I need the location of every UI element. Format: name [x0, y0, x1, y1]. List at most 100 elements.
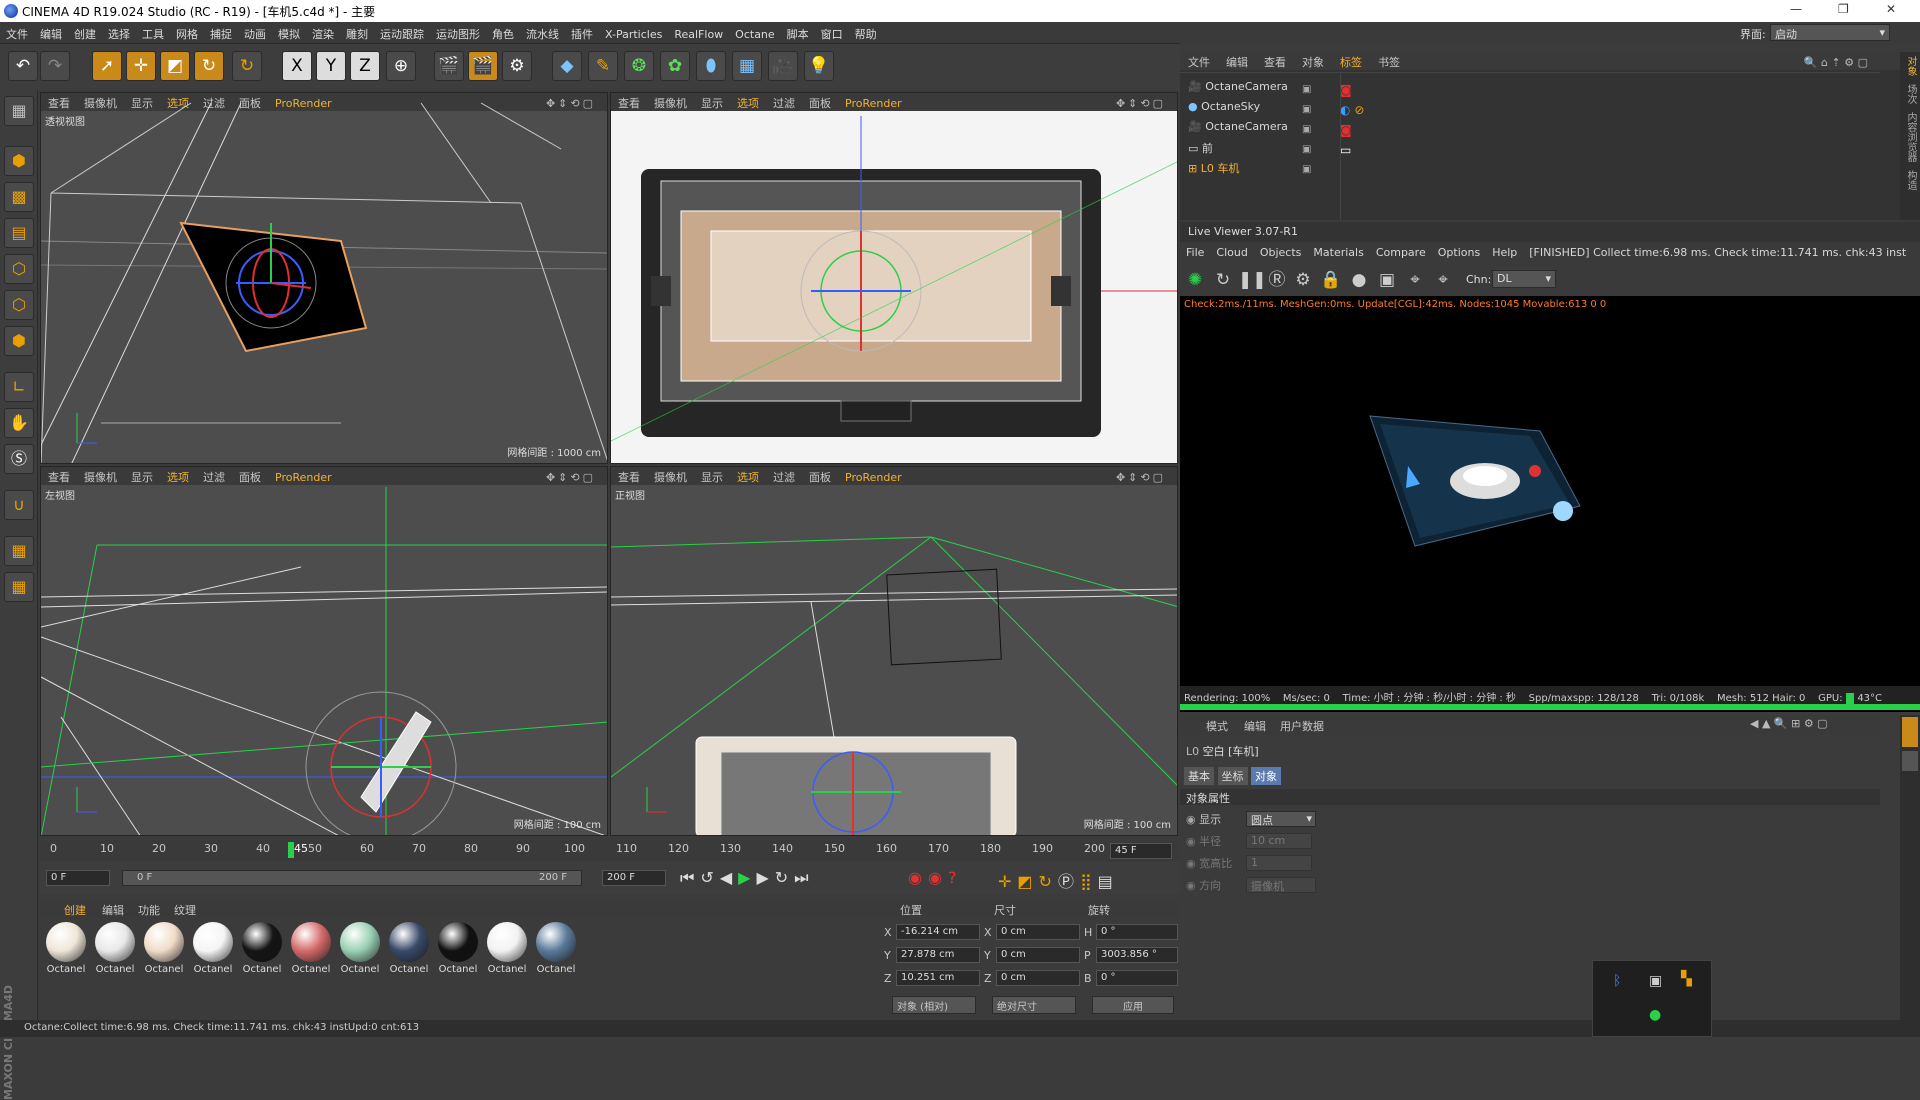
attr-menu-mode[interactable]: 模式 [1206, 718, 1228, 734]
radio-icon[interactable]: ◉ [1186, 857, 1196, 870]
pos-x-field[interactable]: -16.214 cm [896, 924, 980, 940]
model-mode-icon[interactable]: ⬢ [4, 146, 34, 176]
lv-menu-help[interactable]: Help [1486, 242, 1523, 259]
right-tab-objects[interactable]: 对象 [1903, 56, 1918, 76]
material-item[interactable]: Octanel [44, 922, 88, 975]
material-item[interactable]: Octanel [436, 922, 480, 975]
menu-octane[interactable]: Octane [729, 24, 781, 41]
x-axis-icon[interactable]: X [282, 51, 312, 81]
menu-realflow[interactable]: RealFlow [668, 24, 729, 41]
lv-menu-materials[interactable]: Materials [1307, 242, 1369, 259]
lv-menu-options[interactable]: Options [1432, 242, 1486, 259]
make-editable-icon[interactable]: ▦ [4, 96, 34, 126]
menu-select[interactable]: 选择 [102, 22, 136, 42]
vp-menu-view[interactable]: 查看 [611, 93, 647, 111]
play-icon[interactable]: ▶ [738, 868, 756, 887]
menu-render[interactable]: 渲染 [306, 22, 340, 42]
app-grid-icon[interactable]: ▚ [1681, 971, 1692, 987]
viewport-front[interactable]: 查看 摄像机 显示 选项 过滤 面板 ProRender ✥⇕⟲▢ 正视图 网格间距 : 1… [610, 466, 1178, 836]
restore-icon[interactable]: ❐ [1838, 2, 1849, 16]
om-menu-objects[interactable]: 对象 [1294, 52, 1332, 70]
lv-menu-file[interactable]: File [1180, 242, 1210, 259]
om-menu-tags[interactable]: 标签 [1332, 52, 1370, 70]
display-icon[interactable]: ▣ [1649, 973, 1662, 989]
apply-button[interactable]: 应用 [1092, 996, 1174, 1014]
visibility-toggles[interactable]: ▣ ▣ ▣ ▣ ▣ [1302, 80, 1322, 176]
edges-mode-icon[interactable]: ⬡ [4, 290, 34, 320]
menu-mesh[interactable]: 网格 [170, 22, 204, 42]
attr-row-aspect[interactable]: ◉ 宽高比 1 [1186, 855, 1486, 875]
snap-icon[interactable]: Ⓢ [4, 444, 34, 474]
right-tab-takes[interactable]: 场次 [1903, 84, 1918, 104]
menu-character[interactable]: 角色 [486, 22, 520, 42]
radius-field[interactable]: 10 cm [1246, 833, 1312, 849]
redo-icon[interactable]: ↷ [40, 51, 70, 81]
orientation-dropdown[interactable]: 摄像机 [1246, 877, 1316, 893]
pick-focus-icon[interactable]: ⌖ [1404, 269, 1426, 291]
vp-menu-display[interactable]: 显示 [694, 93, 730, 111]
object-tags[interactable]: ◙ ◐ ⊘ ◙ ▭ [1340, 80, 1380, 176]
render-region-icon[interactable]: Ⓡ [1266, 269, 1288, 291]
key-position-icon[interactable]: ✛ [998, 872, 1017, 891]
viewport-perspective[interactable]: 查看 摄像机 显示 选项 过滤 面板 ProRender ✥⇕⟲▢ 透视视图 网格间距 : … [40, 92, 608, 464]
material-item[interactable]: Octanel [142, 922, 186, 975]
size-x-field[interactable]: 0 cm [996, 924, 1080, 940]
menu-script[interactable]: 脚本 [781, 22, 815, 42]
menu-animate[interactable]: 动画 [238, 22, 272, 42]
pos-z-field[interactable]: 10.251 cm [896, 970, 980, 986]
object-row[interactable]: ● OctaneSky [1188, 100, 1260, 116]
expand-icon[interactable]: ⊞ [1188, 162, 1197, 175]
keyframe-help-icon[interactable]: ? [948, 868, 963, 887]
material-item[interactable]: Octanel [240, 922, 284, 975]
channel-dropdown[interactable]: DL ▾ [1492, 270, 1556, 288]
size-mode-dropdown[interactable]: 绝对尺寸 [992, 996, 1076, 1014]
render-settings-icon[interactable]: ⚙ [502, 51, 532, 81]
lv-menu-compare[interactable]: Compare [1370, 242, 1432, 259]
lock-icon[interactable]: 🔒 [1320, 269, 1342, 291]
settings-gear-icon[interactable]: ⚙ [1292, 269, 1314, 291]
attr-tab-coord[interactable]: 坐标 [1217, 767, 1248, 785]
attr-nav-icons[interactable]: ◀ ▲ 🔍 ⊞ ⚙ ▢ [1750, 717, 1828, 730]
menu-file[interactable]: 文件 [0, 22, 34, 42]
pen-icon[interactable]: ✎ [588, 51, 618, 81]
bluetooth-icon[interactable]: ᛒ [1613, 973, 1621, 989]
attr-row-orientation[interactable]: ◉ 方向 摄像机 [1186, 877, 1486, 897]
size-z-field[interactable]: 0 cm [996, 970, 1080, 986]
octane-send-scene-icon[interactable]: ✺ [1184, 269, 1206, 291]
menu-help[interactable]: 帮助 [849, 22, 883, 42]
scale-icon[interactable]: ◩ [160, 51, 190, 81]
lv-menu-objects[interactable]: Objects [1254, 242, 1308, 259]
size-y-field[interactable]: 0 cm [996, 947, 1080, 963]
timeline-icon[interactable]: ▤ [1098, 872, 1119, 891]
layers-tab[interactable] [1902, 751, 1918, 771]
polygons-mode-icon[interactable]: ⬢ [4, 326, 34, 356]
menu-plugins[interactable]: 插件 [565, 22, 599, 42]
object-row[interactable]: ▭ 前 [1188, 140, 1213, 156]
workplane-icon[interactable]: ▤ [4, 218, 34, 248]
minimize-icon[interactable]: — [1790, 2, 1802, 16]
texture-mode-icon[interactable]: ▩ [4, 182, 34, 212]
select-arrow-icon[interactable]: ➚ [92, 51, 122, 81]
aspect-field[interactable]: 1 [1246, 855, 1312, 871]
right-tab-content-browser[interactable]: 内容浏览器 [1903, 112, 1918, 162]
object-row[interactable]: 🎥 OctaneCamera [1188, 120, 1288, 136]
move-icon[interactable]: ✛ [126, 51, 156, 81]
camera-icon[interactable]: 🎥 [768, 51, 798, 81]
wechat-icon[interactable]: ● [1649, 1007, 1661, 1023]
recent-tool-icon[interactable]: ↻ [232, 51, 262, 81]
current-frame-field[interactable]: 45 F [1110, 843, 1172, 859]
mat-menu-texture[interactable]: 纹理 [174, 902, 196, 918]
vp-menu-camera[interactable]: 摄像机 [647, 93, 694, 111]
close-icon[interactable]: ✕ [1886, 2, 1896, 16]
material-item[interactable]: Octanel [93, 922, 137, 975]
record-icon[interactable]: ◉ [908, 868, 928, 887]
rotate-icon[interactable]: ↻ [194, 51, 224, 81]
right-tab-structure[interactable]: 构造 [1903, 170, 1918, 190]
key-scale-icon[interactable]: ◩ [1017, 872, 1038, 891]
mat-menu-edit[interactable]: 编辑 [102, 902, 124, 918]
key-rotation-icon[interactable]: ↻ [1039, 872, 1058, 891]
lock-workplane-icon[interactable]: ▦ [4, 536, 34, 566]
lv-menu-cloud[interactable]: Cloud [1210, 242, 1253, 259]
go-end-icon[interactable]: ⏭ [794, 868, 814, 887]
tweak-mode-icon[interactable]: ✋ [4, 408, 34, 438]
